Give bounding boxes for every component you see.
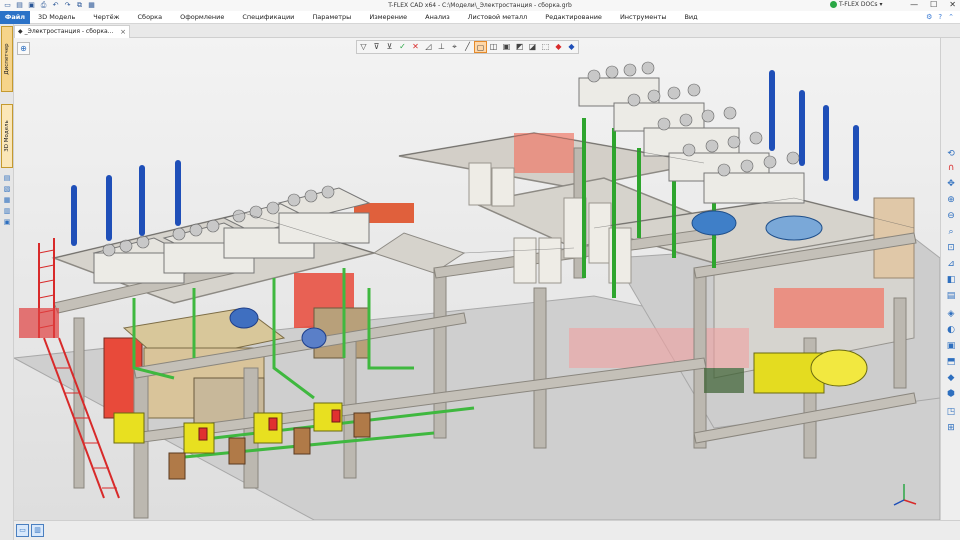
window-title: T-FLEX CAD x64 - C:\Модели\_Электростанц… — [388, 2, 572, 9]
cube-icon[interactable]: ◫ — [487, 41, 500, 53]
right-view-toolbar: ⟲ ∩ ✥ ⊕ ⊖ ⌕ ⊡ ⊿ ◧ ▤ ◈ ◐ ▣ ⬒ ◆ ⬢ ◳ ⊞ — [940, 38, 960, 520]
cube-red-icon[interactable]: ◆ — [552, 41, 565, 53]
perspective-icon[interactable]: ⬒ — [944, 356, 958, 369]
document-tab-label: _Электростанция - сборка... — [24, 28, 114, 35]
selector-icon[interactable]: ⊕ — [17, 42, 30, 55]
close-button[interactable]: ✕ — [949, 0, 956, 10]
measure-icon[interactable]: ⊞ — [944, 422, 958, 435]
x-icon[interactable]: ✕ — [409, 41, 422, 53]
zoom-window-icon[interactable]: ⌕ — [944, 226, 958, 239]
variables-icon[interactable]: ▥ — [2, 207, 12, 216]
docs-status-icon — [830, 1, 837, 8]
split-view-icon[interactable]: ▥ — [31, 524, 44, 537]
settings-icon[interactable]: ⚙ — [926, 13, 932, 21]
restore-icon[interactable]: ⌃ — [948, 13, 954, 21]
minimize-button[interactable]: — — [910, 0, 918, 10]
tab-sheet-metal[interactable]: Листовой металл — [468, 11, 538, 24]
docs-button[interactable]: T-FLEX DOCs ▾ — [830, 1, 883, 8]
tab-measure[interactable]: Измерение — [369, 11, 417, 24]
layers-icon[interactable]: ▤ — [2, 174, 12, 183]
window-controls: — ☐ ✕ — [910, 0, 956, 10]
selection-filter-toolbar: ▽ ⊽ ⊻ ✓ ✕ ◿ ⊥ ⌖ ╱ ▢ ◫ ▣ ◩ ◪ ⬚ ◆ ◆ — [356, 40, 579, 54]
tree-icon[interactable]: ▧ — [2, 185, 12, 194]
maximize-button[interactable]: ☐ — [930, 0, 937, 10]
tab-analysis[interactable]: Анализ — [425, 11, 460, 24]
app-window: ▭ ▤ ▣ ⎙ ↶ ↷ ⧉ ▦ T-FLEX CAD x64 - C:\Моде… — [0, 0, 960, 540]
left-sidebar: Диспетчер 3D Модель ▤ ▧ ▦ ▥ ▣ — [0, 24, 14, 540]
cube-face-icon[interactable]: ◩ — [513, 41, 526, 53]
file-menu-button[interactable]: Файл — [0, 11, 30, 24]
cube-edge-icon[interactable]: ◪ — [526, 41, 539, 53]
tab-close-button[interactable]: × — [120, 26, 126, 38]
sidebar-tab-3d-model[interactable]: 3D Модель — [1, 104, 13, 168]
tab-formatting[interactable]: Оформление — [180, 11, 234, 24]
sidebar-tab-manager-label: Диспетчер — [4, 43, 10, 75]
sidebar-tab-3d-model-label: 3D Модель — [4, 120, 10, 152]
zoom-fit-icon[interactable]: ⊡ — [944, 242, 958, 255]
box-icon[interactable]: ▢ — [474, 41, 487, 53]
tab-view[interactable]: Вид — [684, 11, 707, 24]
filter-minus-icon[interactable]: ⊻ — [383, 41, 396, 53]
document-icon: ◆ — [18, 28, 23, 35]
axis-icon[interactable]: ⊥ — [435, 41, 448, 53]
sidebar-tab-manager[interactable]: Диспетчер — [1, 26, 13, 92]
power-plant-model[interactable] — [14, 38, 940, 520]
axes-icon[interactable]: ⊿ — [944, 258, 958, 271]
section-icon[interactable]: ◧ — [944, 274, 958, 287]
pan-icon[interactable]: ✥ — [944, 178, 958, 191]
tab-drawing[interactable]: Чертёж — [93, 11, 129, 24]
tab-editing[interactable]: Редактирование — [545, 11, 612, 24]
filter-plus-icon[interactable]: ⊽ — [370, 41, 383, 53]
render-icon[interactable]: ⬢ — [944, 388, 958, 401]
filter-icon[interactable]: ▽ — [357, 41, 370, 53]
tab-parameters[interactable]: Параметры — [312, 11, 361, 24]
ribbon-right-icons: ⚙ ? ⌃ — [926, 13, 954, 21]
status-bar: ▭ ▥ — [14, 520, 960, 540]
tab-assembly[interactable]: Сборка — [138, 11, 173, 24]
rotate-icon[interactable]: ⟲ — [944, 148, 958, 161]
wire-icon[interactable]: ▣ — [944, 340, 958, 353]
light-icon[interactable]: ◆ — [944, 372, 958, 385]
help-icon[interactable]: ? — [938, 13, 942, 21]
docs-label: T-FLEX DOCs — [839, 1, 878, 8]
shade-icon[interactable]: ◐ — [944, 324, 958, 337]
edge-icon[interactable]: ╱ — [461, 41, 474, 53]
window-layout-icon[interactable]: ▭ — [16, 524, 29, 537]
cube-outline-icon[interactable]: ▣ — [500, 41, 513, 53]
face-icon[interactable]: ◿ — [422, 41, 435, 53]
ribbon-menu: Файл 3D Модель Чертёж Сборка Оформление … — [0, 11, 960, 24]
tab-3d-model[interactable]: 3D Модель — [38, 11, 85, 24]
library-icon[interactable]: ▣ — [2, 218, 12, 227]
snap-icon[interactable]: ⌖ — [448, 41, 461, 53]
zoom-in-icon[interactable]: ⊕ — [944, 194, 958, 207]
check-icon[interactable]: ✓ — [396, 41, 409, 53]
document-tab[interactable]: ◆ _Электростанция - сборка... × — [14, 25, 130, 38]
menu-tabs: 3D Модель Чертёж Сборка Оформление Специ… — [38, 11, 716, 24]
cube-center-icon[interactable]: ⬚ — [539, 41, 552, 53]
view-iso-icon[interactable]: ◈ — [944, 308, 958, 321]
chevron-down-icon: ▾ — [879, 1, 883, 8]
3d-viewport[interactable]: ⊕ ▽ ⊽ ⊻ ✓ ✕ ◿ ⊥ ⌖ ╱ ▢ ◫ ▣ ◩ ◪ ⬚ ◆ ◆ — [14, 38, 940, 520]
camera-icon[interactable]: ◳ — [944, 406, 958, 419]
title-bar: ▭ ▤ ▣ ⎙ ↶ ↷ ⧉ ▦ T-FLEX CAD x64 - C:\Моде… — [0, 0, 960, 11]
view-front-icon[interactable]: ▤ — [944, 290, 958, 303]
zoom-out-icon[interactable]: ⊖ — [944, 210, 958, 223]
magnet-icon[interactable]: ∩ — [944, 162, 958, 175]
tab-specifications[interactable]: Спецификации — [242, 11, 304, 24]
properties-icon[interactable]: ▦ — [2, 196, 12, 205]
tab-tools[interactable]: Инструменты — [620, 11, 677, 24]
cube-blue-icon[interactable]: ◆ — [565, 41, 578, 53]
document-tab-bar: ◆ _Электростанция - сборка... × — [14, 24, 960, 38]
